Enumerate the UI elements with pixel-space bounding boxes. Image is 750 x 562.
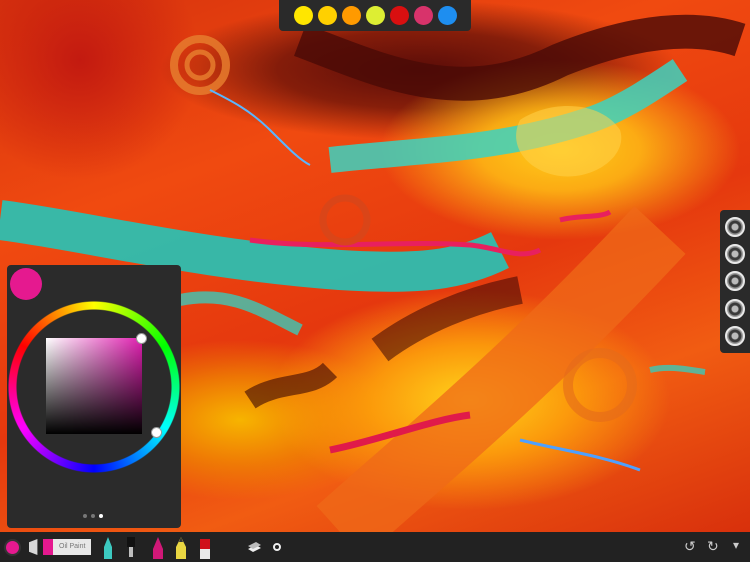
- color-knob[interactable]: [151, 427, 162, 438]
- eraser-tool[interactable]: [199, 537, 211, 559]
- red-swatch[interactable]: [389, 6, 409, 25]
- page-dot-active[interactable]: [99, 514, 103, 518]
- bottom-toolbar: Oil Paint ↺ ↻ ▾: [0, 532, 750, 562]
- brush-color-chip: [43, 539, 53, 555]
- gold-swatch[interactable]: [317, 6, 337, 25]
- redo-icon[interactable]: ↻: [707, 538, 719, 555]
- marker-tool[interactable]: [103, 537, 113, 559]
- pencil-tool[interactable]: [175, 537, 187, 559]
- color-picker-panel: [7, 265, 181, 528]
- page-dots: [83, 514, 103, 518]
- saturation-brightness-square[interactable]: [46, 338, 142, 434]
- brush-panel: [720, 210, 750, 353]
- undo-icon[interactable]: ↺: [684, 538, 696, 555]
- brush-1-icon[interactable]: [725, 217, 745, 238]
- color-palette: [279, 0, 471, 31]
- page-dot[interactable]: [91, 514, 95, 518]
- more-menu-icon[interactable]: ▾: [733, 538, 739, 552]
- brush-5-icon[interactable]: [725, 325, 745, 346]
- brush-4-icon[interactable]: [725, 298, 745, 319]
- yellow-swatch[interactable]: [293, 6, 313, 25]
- current-color-swatch[interactable]: [10, 268, 42, 300]
- layers-icon[interactable]: [246, 541, 262, 553]
- brush-icon: [29, 539, 38, 555]
- blue-swatch[interactable]: [437, 6, 457, 25]
- brush-selector[interactable]: Oil Paint: [29, 539, 92, 555]
- settings-icon[interactable]: [272, 542, 282, 552]
- page-dot[interactable]: [83, 514, 87, 518]
- brush-2-icon[interactable]: [725, 244, 745, 265]
- dropper-tool[interactable]: [124, 537, 138, 559]
- ink-tool[interactable]: [152, 537, 164, 559]
- lime-swatch[interactable]: [365, 6, 385, 25]
- orange-swatch[interactable]: [341, 6, 361, 25]
- current-color-button[interactable]: [4, 539, 21, 556]
- brush-label: Oil Paint: [53, 539, 92, 555]
- rose-swatch[interactable]: [413, 6, 433, 25]
- brush-3-icon[interactable]: [725, 271, 745, 292]
- hue-knob[interactable]: [136, 333, 147, 344]
